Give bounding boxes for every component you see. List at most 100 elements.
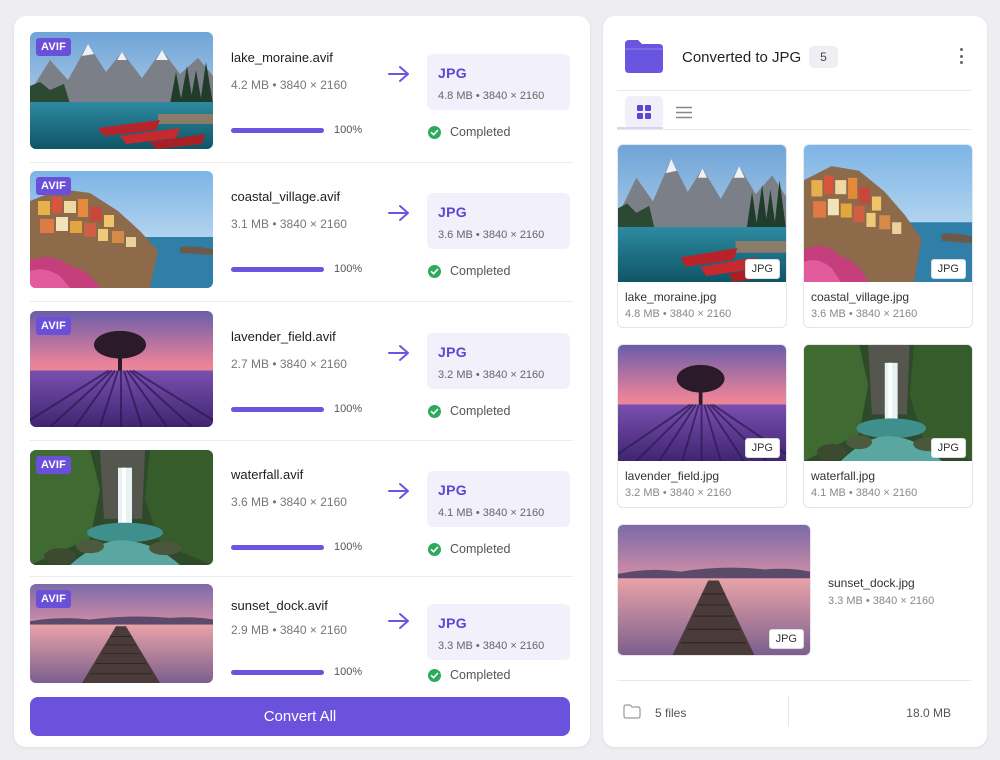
list-view-button[interactable] xyxy=(669,96,699,128)
thumbnail-lake: AVIF xyxy=(30,32,213,149)
progress-bar xyxy=(231,407,324,412)
file-count-badge: 5 xyxy=(809,46,838,68)
toolbar-divider xyxy=(617,129,971,130)
avif-badge: AVIF xyxy=(36,177,72,195)
output-meta: 4.8 MB • 3840 × 2160 xyxy=(438,90,545,102)
queue-row[interactable]: AVIF waterfall.avif 3.6 MB • 3840 × 2160… xyxy=(30,450,573,577)
kebab-menu-icon[interactable] xyxy=(953,46,969,66)
file-meta: 4.1 MB • 3840 × 2160 xyxy=(811,487,918,499)
avif-badge: AVIF xyxy=(36,456,72,474)
jpg-tag: JPG xyxy=(930,259,966,279)
progress-label: 100% xyxy=(334,541,363,553)
file-card[interactable]: JPG waterfall.jpg 4.1 MB • 3840 × 2160 xyxy=(803,344,973,508)
thumbnail-lavender: AVIF xyxy=(30,311,213,427)
status-text: Completed xyxy=(450,404,511,418)
status-indicator: Completed xyxy=(428,404,510,418)
source-meta: 2.9 MB • 3840 × 2160 xyxy=(231,623,347,637)
file-meta: 3.2 MB • 3840 × 2160 xyxy=(625,487,732,499)
queue-row[interactable]: AVIF coastal_village.avif 3.1 MB • 3840 … xyxy=(30,171,573,302)
list-view-icon xyxy=(676,106,692,118)
check-circle-icon xyxy=(428,542,441,556)
grid-view-button[interactable] xyxy=(625,96,663,128)
output-format-box: JPG 4.1 MB • 3840 × 2160 xyxy=(427,471,570,527)
output-format-box: JPG 3.3 MB • 3840 × 2160 xyxy=(427,604,570,660)
source-filename: lavender_field.avif xyxy=(231,329,336,344)
progress-bar xyxy=(231,267,324,272)
file-thumbnail-sunset[interactable]: JPG xyxy=(617,524,811,656)
progress-label: 100% xyxy=(334,263,363,275)
output-format-box: JPG 3.2 MB • 3840 × 2160 xyxy=(427,333,570,389)
file-name: lake_moraine.jpg xyxy=(625,290,717,304)
jpg-tag: JPG xyxy=(744,438,780,458)
footer-divider xyxy=(617,680,971,681)
file-card[interactable]: JPG coastal_village.jpg 3.6 MB • 3840 × … xyxy=(803,144,973,328)
arrow-right-icon xyxy=(388,483,409,499)
output-format-box: JPG 3.6 MB • 3840 × 2160 xyxy=(427,193,570,249)
check-circle-icon xyxy=(428,404,441,418)
file-meta: 3.3 MB • 3840 × 2160 xyxy=(828,595,935,607)
file-name: coastal_village.jpg xyxy=(811,290,910,304)
queue-row[interactable]: AVIF lavender_field.avif 2.7 MB • 3840 ×… xyxy=(30,311,573,441)
conversion-queue-panel: AVIF lake_moraine.avif 4.2 MB • 3840 × 2… xyxy=(14,16,590,747)
header-divider xyxy=(617,90,971,91)
source-meta: 2.7 MB • 3840 × 2160 xyxy=(231,357,347,371)
output-format: JPG xyxy=(438,615,467,631)
output-meta: 3.2 MB • 3840 × 2160 xyxy=(438,369,545,381)
status-text: Completed xyxy=(450,125,511,139)
progress-bar xyxy=(231,670,324,675)
check-circle-icon xyxy=(428,264,441,278)
convert-all-button[interactable]: Convert All xyxy=(30,697,570,736)
file-count-label: 5 files xyxy=(655,706,687,720)
file-name: waterfall.jpg xyxy=(811,469,876,483)
panel-title: Converted to JPG xyxy=(682,49,802,66)
output-format: JPG xyxy=(438,204,467,220)
source-filename: lake_moraine.avif xyxy=(231,50,333,65)
status-text: Completed xyxy=(450,668,511,682)
source-filename: waterfall.avif xyxy=(231,467,304,482)
file-card[interactable]: JPG lavender_field.jpg 3.2 MB • 3840 × 2… xyxy=(617,344,787,508)
file-meta: 4.8 MB • 3840 × 2160 xyxy=(625,308,732,320)
status-text: Completed xyxy=(450,542,511,556)
output-format: JPG xyxy=(438,344,467,360)
folder-outline-icon xyxy=(623,704,641,719)
source-filename: sunset_dock.avif xyxy=(231,598,328,613)
status-text: Completed xyxy=(450,264,511,278)
progress-label: 100% xyxy=(334,666,363,678)
progress-bar xyxy=(231,128,324,133)
arrow-right-icon xyxy=(388,345,409,361)
source-meta: 3.6 MB • 3840 × 2160 xyxy=(231,495,347,509)
progress-label: 100% xyxy=(334,403,363,415)
output-format: JPG xyxy=(438,65,467,81)
source-meta: 4.2 MB • 3840 × 2160 xyxy=(231,78,347,92)
source-meta: 3.1 MB • 3840 × 2160 xyxy=(231,217,347,231)
jpg-tag: JPG xyxy=(930,438,966,458)
status-indicator: Completed xyxy=(428,668,510,682)
grid-view-icon xyxy=(637,105,651,119)
check-circle-icon xyxy=(428,668,441,682)
thumbnail-waterfall: AVIF xyxy=(30,450,213,565)
file-meta: 3.6 MB • 3840 × 2160 xyxy=(811,308,918,320)
arrow-right-icon xyxy=(388,613,409,629)
progress-label: 100% xyxy=(334,124,363,136)
thumbnail-dock: AVIF xyxy=(30,584,213,683)
converted-files-panel: Converted to JPG 5 JPG lake_moraine.jpg … xyxy=(603,16,987,747)
source-filename: coastal_village.avif xyxy=(231,189,341,204)
arrow-right-icon xyxy=(388,205,409,221)
avif-badge: AVIF xyxy=(36,38,72,56)
file-name: lavender_field.jpg xyxy=(625,469,720,483)
status-indicator: Completed xyxy=(428,542,510,556)
jpg-tag: JPG xyxy=(744,259,780,279)
queue-row[interactable]: AVIF sunset_dock.avif 2.9 MB • 3840 × 21… xyxy=(30,584,573,684)
avif-badge: AVIF xyxy=(36,317,72,335)
footer-separator xyxy=(788,696,789,726)
status-indicator: Completed xyxy=(428,125,510,139)
arrow-right-icon xyxy=(388,66,409,82)
thumbnail-village: AVIF xyxy=(30,171,213,288)
progress-bar xyxy=(231,545,324,550)
output-meta: 3.6 MB • 3840 × 2160 xyxy=(438,229,545,241)
file-name: sunset_dock.jpg xyxy=(828,576,915,590)
output-meta: 3.3 MB • 3840 × 2160 xyxy=(438,640,545,652)
file-card[interactable]: JPG lake_moraine.jpg 4.8 MB • 3840 × 216… xyxy=(617,144,787,328)
status-indicator: Completed xyxy=(428,264,510,278)
queue-row[interactable]: AVIF lake_moraine.avif 4.2 MB • 3840 × 2… xyxy=(30,32,573,163)
